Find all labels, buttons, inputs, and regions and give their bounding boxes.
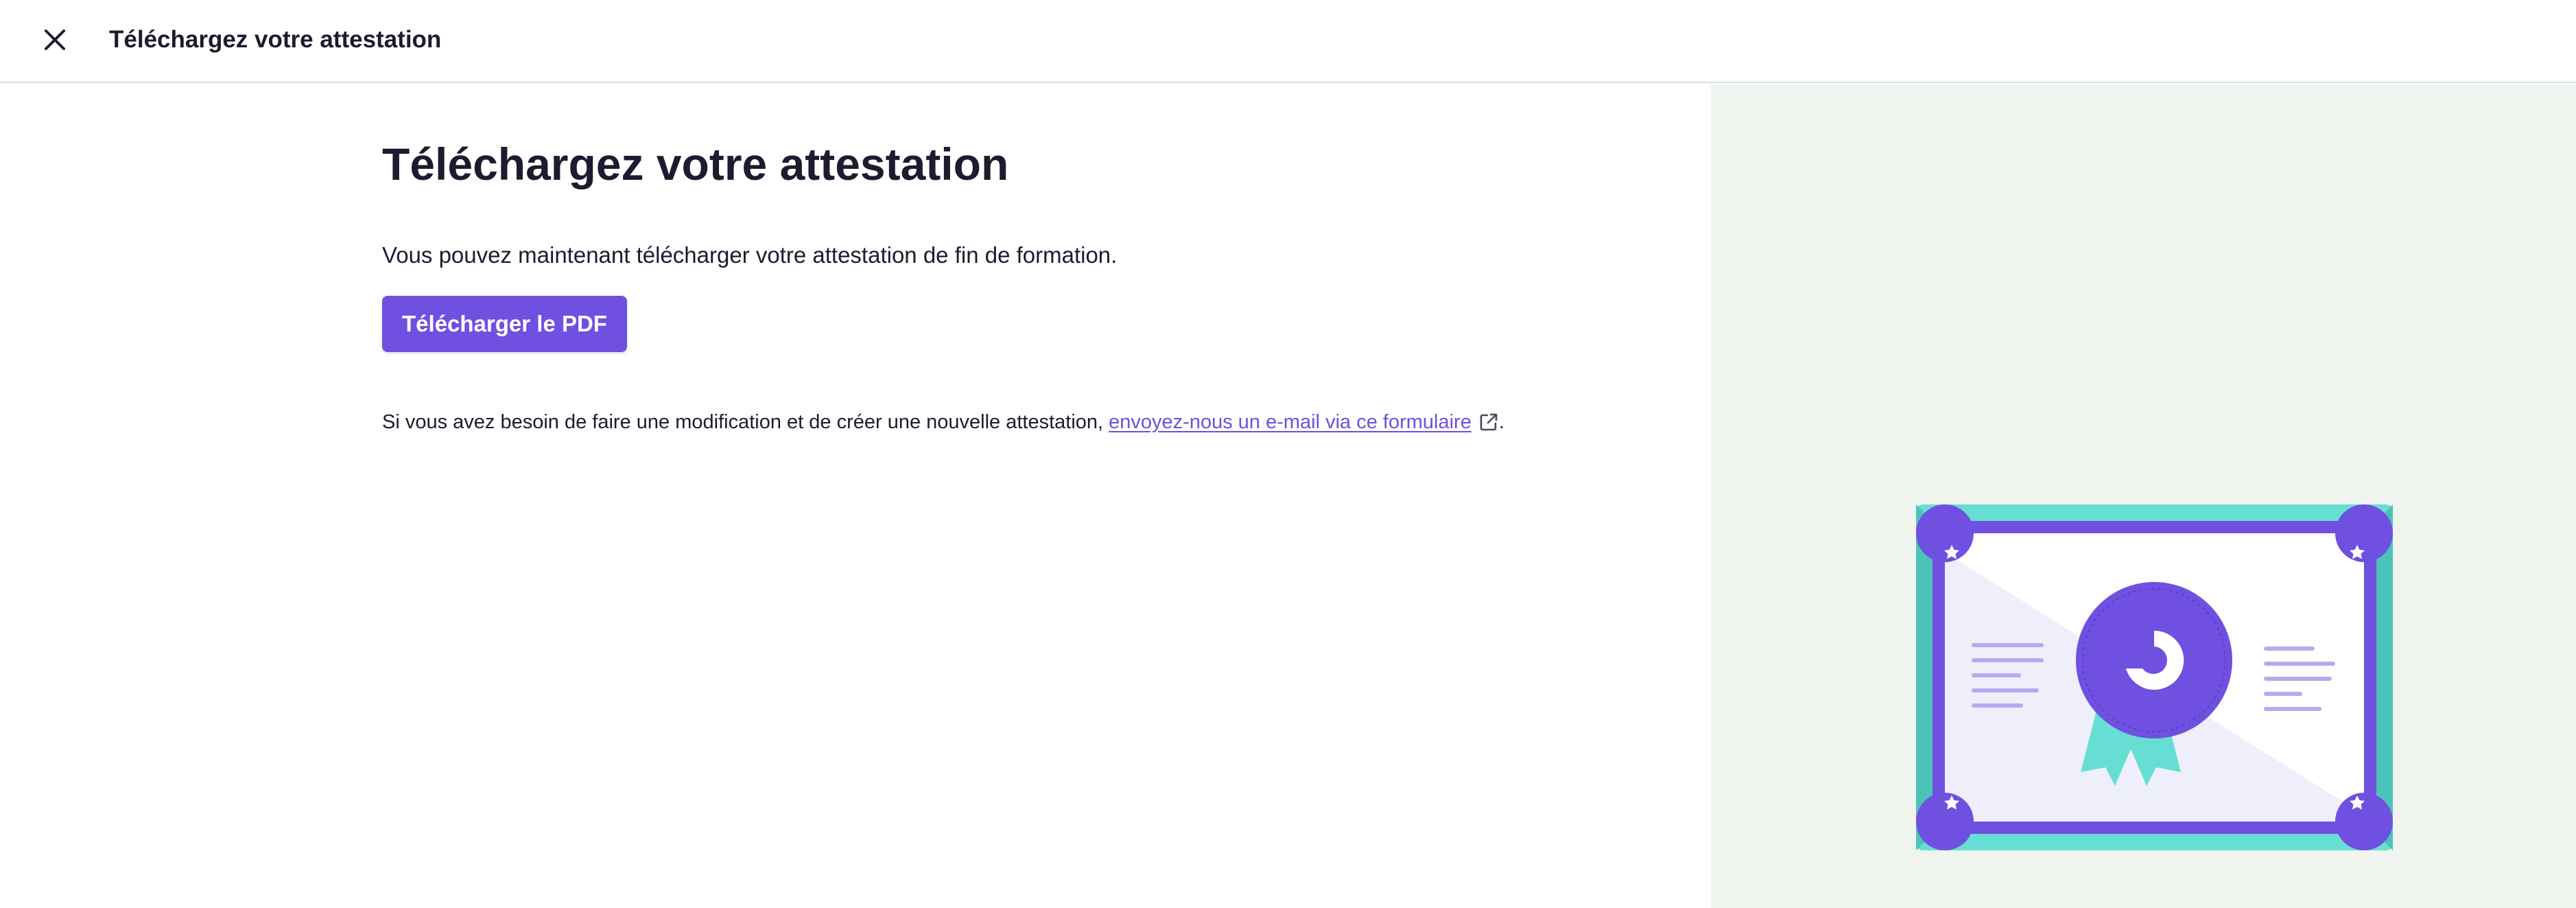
seal-badge	[2076, 582, 2232, 738]
download-pdf-button[interactable]: Télécharger le PDF	[382, 296, 627, 352]
note-prefix: Si vous avez besoin de faire une modific…	[382, 411, 1109, 433]
top-bar: Téléchargez votre attestation	[0, 0, 2576, 83]
contact-form-link[interactable]: envoyez-nous un e-mail via ce formulaire	[1109, 411, 1472, 433]
close-icon	[45, 30, 65, 50]
page-title: Téléchargez votre attestation	[382, 139, 1009, 189]
intro-text: Vous pouvez maintenant télécharger votre…	[382, 242, 1118, 268]
certificate-illustration	[1916, 504, 2393, 850]
note-suffix: .	[1498, 411, 1504, 433]
contact-form-link-label: envoyez-nous un e-mail via ce formulaire	[1109, 411, 1472, 433]
modification-note: Si vous avez besoin de faire une modific…	[382, 408, 1504, 436]
external-link-icon	[1480, 413, 1498, 431]
main-content: Téléchargez votre attestation Vous pouve…	[0, 84, 1711, 908]
topbar-title: Téléchargez votre attestation	[109, 26, 442, 53]
close-button[interactable]	[38, 23, 71, 56]
